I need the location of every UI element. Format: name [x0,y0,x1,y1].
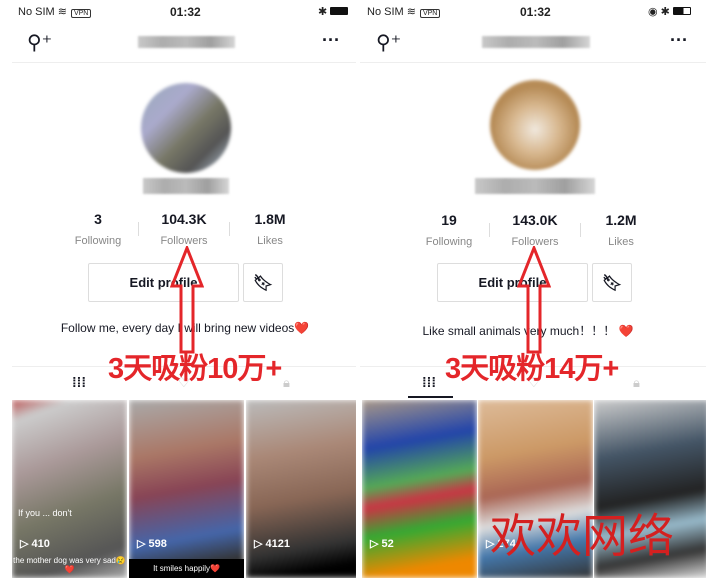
stat-following[interactable]: 3 Following [58,211,138,247]
video-thumbnail[interactable]: If you ... don't ▷ 410 the mother dog was … [12,400,127,578]
active-tab-indicator [408,396,453,398]
header-divider [12,62,356,63]
carrier-text: No SIM [18,6,55,18]
stat-following[interactable]: 19 Following [409,212,489,248]
stat-value: 19 [441,212,457,228]
status-carrier: No SIM ≋ VPN [18,5,92,18]
profile-panel-left: No SIM ≋ VPN 01:32 ✱ ⚲⁺ ··· 3 Following 10… [0,0,356,580]
battery-icon: ◉ ✱ [648,5,691,18]
videos-tab-icon[interactable]: ⁞⁞⁞ [72,374,86,390]
username-blurred [138,36,235,48]
private-tab-icon[interactable]: 🔒︎ [283,375,290,391]
view-count-value: 52 [381,538,394,550]
private-tab-icon[interactable]: 🔒︎ [633,375,640,391]
stat-value: 3 [94,211,102,227]
profile-panel-right: No SIM ≋ VPN 01:32 ◉ ✱ ⚲⁺ ··· 19 Following… [350,0,706,580]
stat-label: Likes [608,236,634,248]
wifi-icon: ≋ [57,6,67,18]
username-blurred [482,36,590,48]
wifi-icon: ≋ [406,6,416,18]
stat-likes[interactable]: 1.2M Likes [581,212,661,248]
promo-caption: 3天吸粉14万+ [445,353,619,385]
stat-likes[interactable]: 1.8M Likes [230,211,310,247]
more-options-icon[interactable]: ··· [322,30,340,51]
watermark: 欢欢网络 [490,509,674,563]
red-arrow-annotation [517,246,551,354]
add-user-icon[interactable]: ⚲⁺ [27,30,52,55]
view-count: ▷ 4121 [254,538,290,550]
carrier-text: No SIM [367,6,404,18]
video-thumbnail[interactable]: ▷ 52 [362,400,477,578]
view-count-value: 598 [148,538,167,550]
stat-value: 104.3K [161,211,207,227]
more-options-icon[interactable]: ··· [670,30,688,51]
red-arrow-annotation [170,246,204,354]
stats-row: 19 Following 143.0K Followers 1.2M Likes [409,212,661,248]
status-time: 01:32 [170,5,201,19]
status-time: 01:32 [520,5,551,19]
video-caption: It smiles happily❤️ [129,559,244,578]
stats-row: 3 Following 104.3K Followers 1.8M Likes [58,211,310,247]
stat-followers[interactable]: 143.0K Followers [490,212,580,248]
promo-caption: 3天吸粉10万+ [108,353,282,385]
stat-value: 143.0K [512,212,558,228]
videos-tab-icon[interactable]: ⁞⁞⁞ [422,374,436,390]
edit-profile-button[interactable]: Edit profile [88,263,239,302]
stat-label: Following [425,236,473,248]
stat-label: Likes [257,235,283,247]
view-count: ▷ 52 [370,538,394,550]
status-carrier: No SIM ≋ VPN [367,5,441,18]
video-caption: the mother dog was very sad😢❤️ [13,556,126,574]
stat-value: 1.2M [605,212,637,228]
video-thumbnail[interactable]: ▷ 598 It smiles happily❤️ [129,400,244,578]
stat-value: 1.8M [254,211,286,227]
add-user-icon[interactable]: ⚲⁺ [376,30,401,55]
vpn-badge: VPN [419,9,441,18]
video-thumbnail[interactable]: ▷ 4121 [246,400,356,578]
avatar[interactable] [141,83,231,173]
view-count-value: 4121 [265,538,290,550]
view-count: ▷ 598 [137,538,167,550]
view-count-value: 410 [31,538,50,550]
bookmark-button[interactable]: 🔖︎ [243,263,283,302]
handle-blurred [143,178,229,194]
bookmark-button[interactable]: 🔖︎ [592,263,632,302]
video-overlay-text: If you ... don't [18,508,72,518]
bookmark-icon: 🔖︎ [252,274,274,292]
stat-followers[interactable]: 104.3K Followers [139,211,229,247]
handle-blurred [475,178,595,194]
vpn-badge: VPN [70,9,92,18]
bookmark-icon: 🔖︎ [601,274,623,292]
avatar[interactable] [490,80,580,170]
view-count: ▷ 410 [20,538,50,550]
edit-profile-button[interactable]: Edit profile [437,263,588,302]
header-divider [360,62,706,63]
battery-icon: ✱ [318,5,349,18]
stat-label: Following [74,235,122,247]
